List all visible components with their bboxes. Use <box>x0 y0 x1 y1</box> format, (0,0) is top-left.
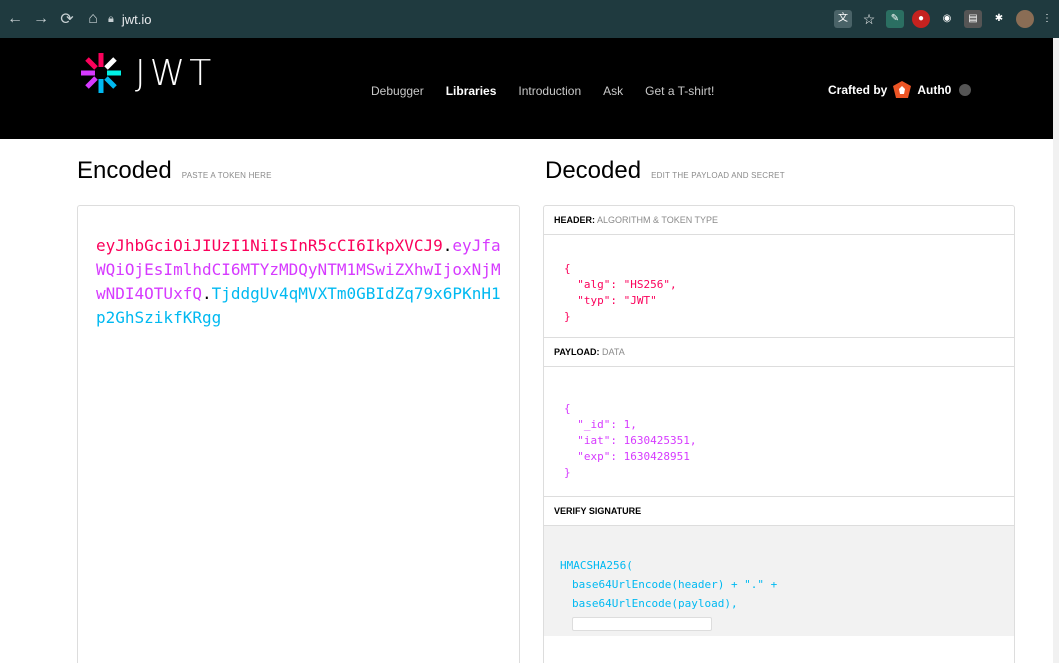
signature-editor: HMACSHA256( base64UrlEncode(header) + ".… <box>544 526 1014 636</box>
page-scrollbar[interactable] <box>1053 38 1059 663</box>
json-line: { <box>564 402 571 415</box>
decoded-title: Decoded EDIT THE PAYLOAD AND SECRET <box>545 157 785 185</box>
star-icon[interactable]: ☆ <box>860 10 878 28</box>
json-line: "_id": 1, <box>564 418 637 431</box>
info-icon[interactable] <box>959 84 972 96</box>
decoded-panel: HEADER: ALGORITHM & TOKEN TYPE { "alg": … <box>543 205 1015 663</box>
encoded-heading: Encoded <box>77 157 172 184</box>
site-header: JWT Debugger Libraries Introduction Ask … <box>0 38 1059 139</box>
payload-label: PAYLOAD: <box>554 347 600 357</box>
pen-extension-icon[interactable]: ✎ <box>886 10 904 28</box>
sig-line: base64UrlEncode(payload), <box>572 597 738 610</box>
json-line: "typ": "JWT" <box>564 294 657 307</box>
crafted-by-auth0[interactable]: Crafted by Auth0 <box>828 80 972 100</box>
clipboard-extension-icon[interactable]: ▤ <box>964 10 982 28</box>
encoded-subheading: PASTE A TOKEN HERE <box>181 171 272 180</box>
auth0-brand-text: Auth0 <box>917 83 952 97</box>
nav-introduction[interactable]: Introduction <box>518 84 581 98</box>
json-line: { <box>564 262 571 275</box>
lock-icon: 🔒︎ <box>108 12 114 25</box>
sig-line: HMACSHA256( <box>560 559 633 572</box>
reload-icon[interactable]: ⟳ <box>56 8 78 30</box>
crafted-by-text: Crafted by <box>828 83 888 97</box>
decoded-subheading: EDIT THE PAYLOAD AND SECRET <box>651 171 785 180</box>
profile-avatar[interactable] <box>1016 10 1034 28</box>
adblock-extension-icon[interactable]: ● <box>912 10 930 28</box>
token-header-part: eyJhbGciOiJIUzI1NiIsInR5cCI6IkpXVCJ9 <box>96 236 443 255</box>
token-dot: . <box>201 284 212 303</box>
nav-debugger[interactable]: Debugger <box>371 84 424 98</box>
jwt-logo[interactable]: JWT <box>79 50 219 96</box>
encoded-title: Encoded PASTE A TOKEN HERE <box>77 157 272 185</box>
address-bar[interactable]: 🔒︎ jwt.io <box>108 6 826 32</box>
main-nav: Debugger Libraries Introduction Ask Get … <box>371 84 736 98</box>
auth0-shield-icon <box>893 81 912 98</box>
sig-line: base64UrlEncode(header) + "." + <box>572 578 778 591</box>
json-line: "alg": "HS256", <box>564 278 677 291</box>
encoded-token-input[interactable]: eyJhbGciOiJIUzI1NiIsInR5cCI6IkpXVCJ9.eyJ… <box>77 205 520 663</box>
nav-libraries[interactable]: Libraries <box>446 84 497 98</box>
home-icon[interactable]: ⌂ <box>82 8 104 30</box>
payload-section-label: PAYLOAD: DATA <box>544 338 1014 367</box>
forward-icon[interactable]: → <box>30 8 52 30</box>
header-sublabel: ALGORITHM & TOKEN TYPE <box>597 215 719 225</box>
nav-tshirt[interactable]: Get a T-shirt! <box>645 84 714 98</box>
signature-label: VERIFY SIGNATURE <box>554 506 642 516</box>
decoded-heading: Decoded <box>545 157 642 184</box>
puzzle-extension-icon[interactable]: ✱ <box>990 10 1008 28</box>
payload-sublabel: DATA <box>602 347 625 357</box>
address-text: jwt.io <box>121 11 152 27</box>
json-line: "exp": 1630428951 <box>564 450 690 463</box>
header-label: HEADER: <box>554 215 596 225</box>
secret-input[interactable] <box>572 617 712 631</box>
header-json-editor[interactable]: { "alg": "HS256", "typ": "JWT" } <box>544 235 1014 338</box>
kebab-menu-icon[interactable]: ⋮ <box>1042 10 1052 28</box>
nav-ask[interactable]: Ask <box>603 84 623 98</box>
json-line: } <box>564 310 571 323</box>
translate-icon[interactable]: 文 <box>834 10 852 28</box>
payload-json-editor[interactable]: { "_id": 1, "iat": 1630425351, "exp": 16… <box>544 367 1014 497</box>
header-section-label: HEADER: ALGORITHM & TOKEN TYPE <box>544 206 1014 235</box>
token-dot: . <box>442 236 453 255</box>
back-icon[interactable]: ← <box>4 8 26 30</box>
jwt-logo-icon <box>81 53 121 93</box>
logo-text: JWT <box>135 52 216 94</box>
json-line: "iat": 1630425351, <box>564 434 697 447</box>
json-line: } <box>564 466 571 479</box>
signature-section-label: VERIFY SIGNATURE <box>544 497 1014 526</box>
extensions-area: 文 ☆ ✎ ● ◉ ▤ ✱ ⋮ <box>834 9 1056 29</box>
circle-extension-icon[interactable]: ◉ <box>938 10 956 28</box>
browser-toolbar: ← → ⟳ ⌂ 🔒︎ jwt.io 文 ☆ ✎ ● ◉ ▤ ✱ ⋮ <box>0 0 1059 38</box>
